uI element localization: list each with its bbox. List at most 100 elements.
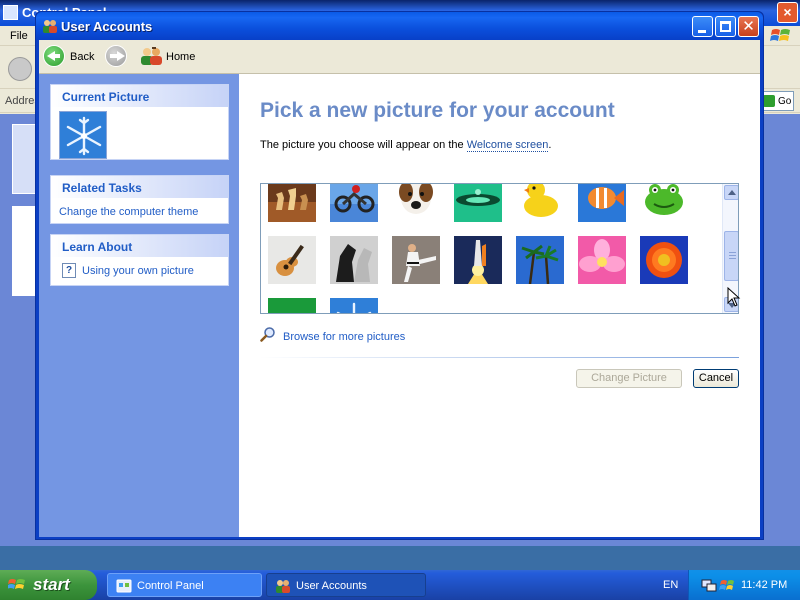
control-panel-back-icon[interactable] (8, 57, 32, 81)
scroll-thumb[interactable] (724, 231, 738, 281)
start-label: start (33, 575, 70, 594)
control-panel-close-button[interactable]: × (777, 2, 798, 23)
cancel-button[interactable]: Cancel (693, 369, 739, 388)
forward-arrow-icon (117, 51, 125, 61)
own-picture-help-link[interactable]: Using your own picture (82, 265, 194, 277)
close-button[interactable]: ✕ (738, 16, 759, 37)
picture-horses[interactable] (330, 236, 378, 284)
green-picture (268, 298, 316, 313)
taskbar: start Control Panel User Accounts EN 11:… (0, 570, 800, 600)
window-content: Current Picture Related Tasks Change the… (39, 74, 760, 537)
forward-button[interactable] (105, 45, 127, 67)
language-indicator[interactable]: EN (663, 579, 678, 591)
karate-picture (392, 236, 440, 284)
user-accounts-icon (276, 580, 290, 593)
go-arrow-icon (763, 95, 775, 107)
grip-line (729, 255, 736, 256)
picture-green[interactable] (268, 298, 316, 313)
windows-logo-icon (770, 29, 790, 41)
space-shuttle-picture (454, 236, 502, 284)
windows-update-icon[interactable] (719, 577, 735, 593)
picture-dirt-bike[interactable] (330, 184, 378, 222)
picture-space-shuttle[interactable] (454, 236, 502, 284)
picture-snowflake[interactable] (330, 298, 378, 313)
scroll-up-button[interactable] (724, 185, 738, 200)
guitar-picture (268, 236, 316, 284)
picture-duck[interactable] (516, 184, 564, 222)
picture-guitar[interactable] (268, 236, 316, 284)
drip-picture (454, 184, 502, 222)
picture-drip[interactable] (454, 184, 502, 222)
browse-pictures-link[interactable]: Browse for more pictures (283, 331, 405, 343)
maximize-icon (720, 21, 731, 32)
picture-list[interactable] (260, 183, 739, 314)
back-arrow-shaft (53, 54, 60, 58)
home-label[interactable]: Home (166, 51, 195, 63)
page-title: Pick a new picture for your account (260, 99, 615, 122)
picture-dog[interactable] (392, 184, 440, 222)
go-button[interactable]: Go (760, 91, 794, 111)
chess-picture (268, 184, 316, 222)
snowflake-picture (330, 298, 378, 313)
duck-picture (516, 184, 564, 222)
back-label[interactable]: Back (70, 51, 94, 63)
orange-flower-picture (640, 236, 688, 284)
description-text: The picture you choose will appear on th… (260, 139, 467, 151)
picture-chess[interactable] (268, 184, 316, 222)
taskbar-item-user-accounts[interactable]: User Accounts (266, 573, 426, 597)
mouse-cursor-icon (727, 287, 741, 307)
network-icon[interactable] (701, 577, 717, 593)
minimize-icon (698, 30, 706, 33)
welcome-screen-link[interactable]: Welcome screen (466, 139, 549, 152)
task-sidebar: Current Picture Related Tasks Change the… (39, 74, 239, 537)
frog-picture (640, 184, 688, 222)
system-tray: 11:42 PM (688, 570, 800, 600)
description-end: . (548, 139, 552, 151)
help-icon: ? (62, 263, 76, 278)
control-panel-icon (3, 5, 18, 20)
grip-line (729, 252, 736, 253)
dog-picture (392, 184, 440, 222)
current-picture-panel: Current Picture (50, 84, 229, 160)
taskbar-item-label: Control Panel (137, 580, 204, 592)
user-accounts-icon (43, 20, 57, 33)
titlebar[interactable]: User Accounts ✕ (36, 12, 763, 40)
picture-frog[interactable] (640, 184, 688, 222)
search-icon[interactable] (260, 326, 276, 342)
forward-arrow-shaft (110, 54, 117, 58)
picture-fish[interactable] (578, 184, 626, 222)
close-icon: ✕ (742, 18, 755, 35)
navigation-bar: Back Home (39, 40, 760, 74)
related-tasks-heading: Related Tasks (51, 176, 228, 198)
start-button[interactable]: start (0, 570, 97, 600)
window-title: User Accounts (61, 19, 153, 34)
grip-line (729, 258, 736, 259)
taskbar-item-label: User Accounts (296, 580, 367, 592)
picture-pink-flower[interactable] (578, 236, 626, 284)
home-icon[interactable] (140, 46, 164, 66)
windows-logo-icon (8, 579, 25, 589)
go-label: Go (778, 96, 792, 107)
picture-orange-flower[interactable] (640, 236, 688, 284)
pink-flower-picture (578, 236, 626, 284)
maximize-button[interactable] (715, 16, 736, 37)
control-panel-icon (116, 579, 132, 593)
minimize-button[interactable] (692, 16, 713, 37)
fish-picture (578, 184, 626, 222)
page-description: The picture you choose will appear on th… (260, 139, 552, 152)
picture-palm-trees[interactable] (516, 236, 564, 284)
learn-about-panel: Learn About ? Using your own picture (50, 234, 229, 286)
picture-karate[interactable] (392, 236, 440, 284)
change-picture-button[interactable]: Change Picture (576, 369, 682, 388)
related-tasks-panel: Related Tasks Change the computer theme (50, 175, 229, 224)
menu-file[interactable]: File (10, 30, 28, 42)
back-button[interactable] (43, 45, 65, 67)
current-picture-snowflake (59, 111, 107, 159)
change-theme-link[interactable]: Change the computer theme (59, 206, 198, 218)
learn-about-heading: Learn About (51, 235, 228, 257)
taskbar-item-control-panel[interactable]: Control Panel (107, 573, 262, 597)
snowflake-icon (60, 112, 106, 158)
horses-picture (330, 236, 378, 284)
divider (260, 357, 739, 358)
chevron-up-icon (728, 190, 736, 195)
